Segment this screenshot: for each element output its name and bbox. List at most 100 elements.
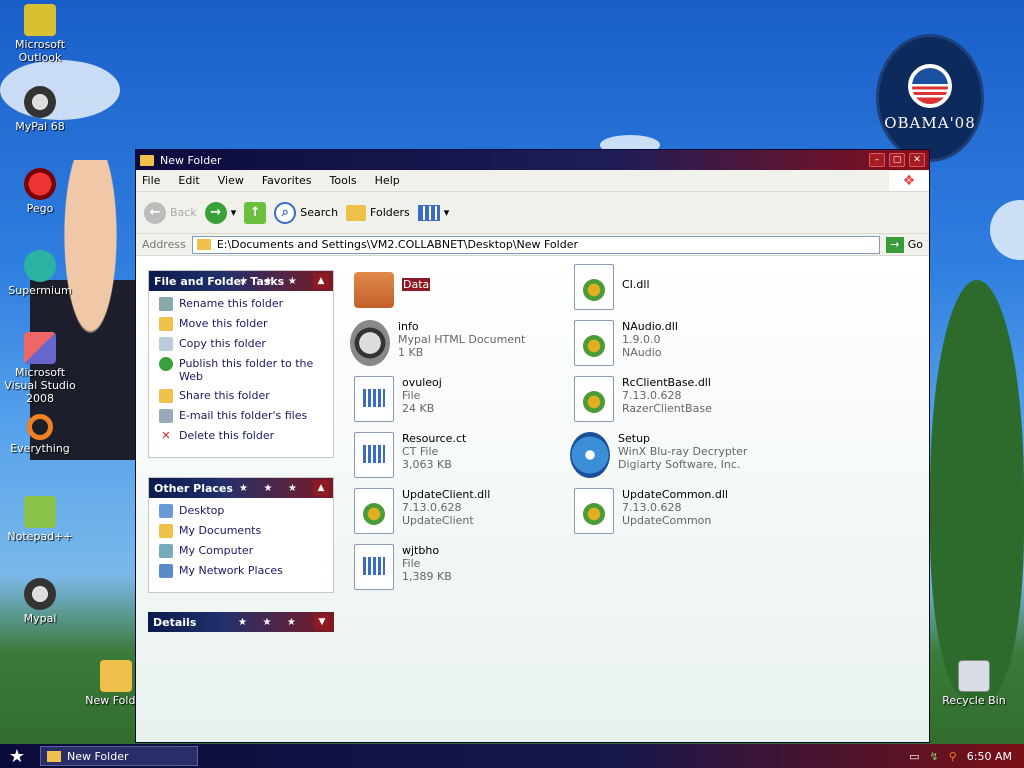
start-button[interactable]: ★ [0, 744, 34, 768]
collapse-icon[interactable]: ▲ [313, 480, 329, 496]
everything-icon [27, 414, 53, 440]
desktop-icon-everything[interactable]: Everything [0, 414, 80, 455]
file-item[interactable]: UpdateCommon.dll 7.13.0.628 UpdateCommon [574, 488, 784, 534]
raccoon-icon [350, 320, 390, 366]
document-icon [354, 376, 394, 422]
share-icon [159, 389, 173, 403]
search-button[interactable]: ⌕ Search [274, 201, 338, 224]
dll-icon [354, 488, 394, 534]
delete-icon: ✕ [161, 429, 171, 442]
address-input[interactable]: E:\Documents and Settings\VM2.COLLABNET\… [191, 235, 880, 254]
visual-studio-icon [24, 332, 56, 364]
badge-text: OBAMA'08 [884, 114, 976, 132]
folder-icon [47, 750, 61, 762]
window-title: New Folder [160, 153, 222, 167]
minimize-button[interactable]: – [869, 153, 885, 167]
task-delete[interactable]: ✕ Delete this folder [159, 429, 323, 443]
task-rename[interactable]: Rename this folder [159, 297, 323, 311]
taskbar-item-new-folder[interactable]: New Folder [40, 746, 198, 766]
file-item[interactable]: wjtbho File 1,389 KB [354, 544, 564, 590]
menu-bar: File Edit View Favorites Tools Help ❖ [136, 170, 929, 192]
windows-logo-icon: ❖ [889, 170, 929, 191]
outlook-icon [24, 4, 56, 36]
expand-icon[interactable]: ▼ [314, 614, 330, 630]
task-publish[interactable]: Publish this folder to the Web [159, 357, 323, 383]
desktop-icon-mypal68[interactable]: MyPal 68 [0, 86, 80, 133]
place-desktop[interactable]: Desktop [159, 504, 323, 518]
trees [930, 280, 1024, 700]
folder-icon [100, 660, 132, 692]
pego-icon [24, 168, 56, 200]
keyboard-icon[interactable]: ▭ [909, 750, 919, 763]
file-item[interactable]: ovuleoj File 24 KB [354, 376, 564, 422]
desktop-icon-supermium[interactable]: Supermium [0, 250, 80, 297]
taskbar: ★ New Folder ▭ ↯ ⚲ 6:50 AM [0, 744, 1024, 768]
menu-favorites[interactable]: Favorites [262, 174, 312, 187]
file-folder-tasks-panel: File and Folder Tasks ★ ★ ★ ▲ Rename thi… [148, 270, 334, 458]
desktop-icon-recycle-bin[interactable]: Recycle Bin [934, 660, 1014, 707]
close-button[interactable]: ✕ [909, 153, 925, 167]
file-item[interactable]: UpdateClient.dll 7.13.0.628 UpdateClient [354, 488, 564, 534]
folder-icon [196, 239, 211, 250]
back-button[interactable]: ← Back [144, 201, 197, 224]
views-button[interactable]: ▾ [417, 204, 450, 221]
task-copy[interactable]: Copy this folder [159, 337, 323, 351]
search-icon[interactable]: ⚲ [949, 750, 957, 763]
place-network[interactable]: My Network Places [159, 564, 323, 578]
folders-button[interactable]: Folders [346, 204, 410, 221]
document-icon [354, 544, 394, 590]
panel-header[interactable]: Other Places ★ ★ ★ ▲ [149, 478, 333, 498]
file-item[interactable]: info Mypal HTML Document 1 KB [350, 320, 560, 366]
dll-icon [574, 488, 614, 534]
recycle-bin-icon [958, 660, 990, 692]
task-move[interactable]: Move this folder [159, 317, 323, 331]
clock[interactable]: 6:50 AM [967, 750, 1012, 763]
task-share[interactable]: Share this folder [159, 389, 323, 403]
up-button[interactable]: ↑ [244, 201, 267, 224]
menu-file[interactable]: File [142, 174, 160, 187]
details-panel: Details ★ ★ ★ ▼ [148, 612, 334, 632]
go-arrow-icon: → [885, 236, 904, 253]
explorer-window: New Folder – ▢ ✕ File Edit View Favorite… [135, 149, 930, 743]
menu-tools[interactable]: Tools [330, 174, 357, 187]
desktop-icon-mypal[interactable]: Mypal [0, 578, 80, 625]
file-item[interactable]: NAudio.dll 1.9.0.0 NAudio [574, 320, 784, 366]
folders-icon [346, 204, 367, 221]
dll-icon [574, 320, 614, 366]
forward-arrow-icon: → [204, 201, 227, 224]
forward-button[interactable]: → ▾ [204, 201, 237, 224]
chevron-down-icon: ▾ [230, 206, 237, 219]
cloud [990, 200, 1024, 260]
file-list: Data CI.dll info Mypal HTML Document 1 KB … [346, 258, 929, 742]
menu-edit[interactable]: Edit [178, 174, 199, 187]
menu-view[interactable]: View [218, 174, 244, 187]
dll-icon [574, 376, 614, 422]
desktop-icon-outlook[interactable]: Microsoft Outlook [0, 4, 80, 64]
collapse-icon[interactable]: ▲ [313, 273, 329, 289]
network-icon[interactable]: ↯ [930, 750, 939, 763]
back-arrow-icon: ← [144, 201, 166, 224]
desktop-icon-notepadpp[interactable]: Notepad++ [0, 496, 80, 543]
menu-help[interactable]: Help [375, 174, 400, 187]
place-my-computer[interactable]: My Computer [159, 544, 323, 558]
raccoon-icon [24, 86, 56, 118]
move-icon [159, 317, 173, 331]
file-item[interactable]: RcClientBase.dll 7.13.0.628 RazerClientBas… [574, 376, 784, 422]
go-button[interactable]: → Go [885, 236, 923, 253]
star-icon: ★ [8, 745, 26, 767]
panel-header[interactable]: Details ★ ★ ★ ▼ [148, 612, 334, 632]
file-item[interactable]: CI.dll [574, 264, 784, 310]
title-bar[interactable]: New Folder – ▢ ✕ [136, 150, 929, 170]
maximize-button[interactable]: ▢ [889, 153, 905, 167]
file-item[interactable]: Setup WinX Blu-ray Decrypter Digiarty Soft… [570, 432, 780, 478]
file-item[interactable]: Data [354, 268, 564, 308]
desktop-icon-pego[interactable]: Pego [0, 168, 80, 215]
file-item[interactable]: Resource.ct CT File 3,063 KB [354, 432, 564, 478]
panel-header[interactable]: File and Folder Tasks ★ ★ ★ ▲ [149, 271, 333, 291]
chevron-down-icon: ▾ [443, 206, 450, 219]
task-email[interactable]: E-mail this folder's files [159, 409, 323, 423]
desktop-icon-visual-studio[interactable]: Microsoft Visual Studio 2008 [0, 332, 80, 405]
place-my-documents[interactable]: My Documents [159, 524, 323, 538]
rename-icon [159, 297, 173, 311]
desktop-icon [159, 504, 173, 518]
